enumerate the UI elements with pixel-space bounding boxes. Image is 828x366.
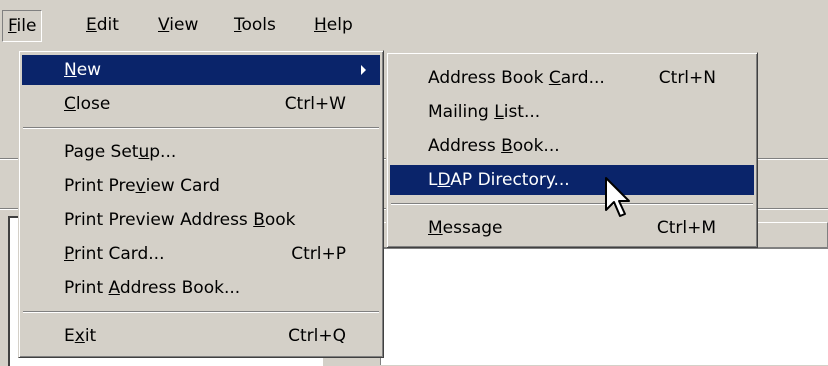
file-menu: New Close Ctrl+W Page Setup... Print Pre… xyxy=(18,50,384,358)
menu-item-page-setup[interactable]: Page Setup... xyxy=(22,137,380,167)
menu-item-print-card[interactable]: Print Card... Ctrl+P xyxy=(22,239,380,269)
menu-item-print-preview-card[interactable]: Print Preview Card xyxy=(22,171,380,201)
mouse-pointer-icon xyxy=(605,177,630,217)
menu-edit[interactable]: Edit xyxy=(80,10,125,40)
card-list-pane[interactable] xyxy=(380,248,828,365)
menu-separator xyxy=(23,127,379,129)
menu-separator xyxy=(391,203,753,205)
new-submenu: Address Book Card... Ctrl+N Mailing List… xyxy=(386,52,758,248)
menu-separator xyxy=(23,311,379,313)
menu-tools[interactable]: Tools xyxy=(228,10,282,40)
menu-help[interactable]: Help xyxy=(308,10,359,40)
menu-item-print-preview-address-book[interactable]: Print Preview Address Book xyxy=(22,205,380,235)
menu-item-exit[interactable]: Exit Ctrl+Q xyxy=(22,321,380,351)
menu-view[interactable]: View xyxy=(152,10,204,40)
submenu-arrow-icon xyxy=(361,65,366,75)
menu-bar: File Edit View Tools Help xyxy=(0,0,828,48)
menu-item-new[interactable]: New xyxy=(22,55,380,85)
menu-file[interactable]: File xyxy=(2,10,43,42)
submenu-item-address-book-card[interactable]: Address Book Card... Ctrl+N xyxy=(390,63,754,93)
submenu-item-mailing-list[interactable]: Mailing List... xyxy=(390,97,754,127)
submenu-item-message[interactable]: Message Ctrl+M xyxy=(390,213,754,243)
menu-item-print-address-book[interactable]: Print Address Book... xyxy=(22,273,380,303)
submenu-item-ldap-directory[interactable]: LDAP Directory... xyxy=(390,165,754,195)
menu-item-close[interactable]: Close Ctrl+W xyxy=(22,89,380,119)
submenu-item-address-book[interactable]: Address Book... xyxy=(390,131,754,161)
